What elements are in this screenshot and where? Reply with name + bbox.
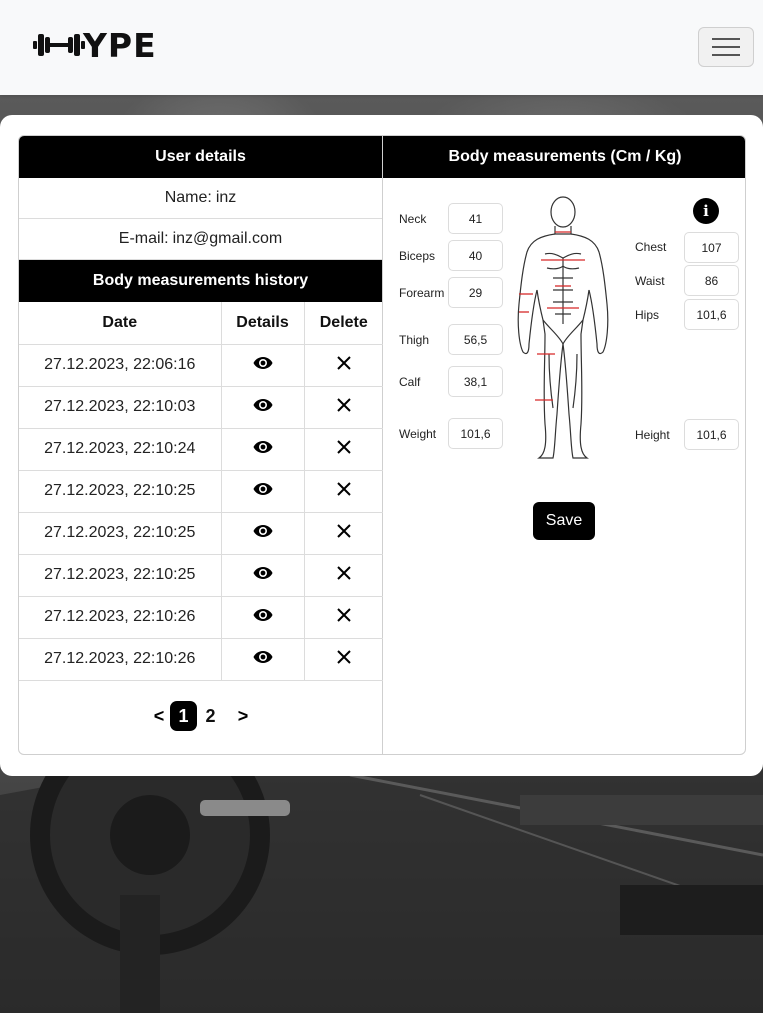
- brand-logo[interactable]: YPE: [33, 25, 157, 65]
- row-delete-cell: [304, 386, 383, 429]
- row-delete-cell: [304, 512, 383, 555]
- row-delete-cell: [304, 428, 383, 471]
- page-button-1[interactable]: 1: [170, 701, 197, 731]
- row-details-cell: [221, 554, 305, 597]
- height-label: Height: [635, 428, 670, 442]
- biceps-label: Biceps: [399, 249, 436, 263]
- forearm-label: Forearm: [399, 286, 445, 300]
- thigh-label: Thigh: [399, 333, 430, 347]
- hamburger-icon: [712, 38, 740, 40]
- row-details-cell: [221, 344, 305, 387]
- brand-name: YPE: [83, 25, 157, 65]
- user-details-title: User details: [19, 136, 382, 178]
- row-details-cell: [221, 638, 305, 681]
- weight-label: Weight: [399, 427, 437, 441]
- row-delete-cell: [304, 596, 383, 639]
- table-row: 27.12.2023, 22:10:25: [19, 470, 383, 513]
- dumbbell-icon: [33, 34, 85, 56]
- eye-icon[interactable]: [253, 608, 273, 622]
- history-table: Date Details Delete 27.12.2023, 22:06:16…: [19, 302, 383, 681]
- eye-icon[interactable]: [253, 482, 273, 496]
- table-row: 27.12.2023, 22:10:25: [19, 512, 383, 555]
- biceps-input[interactable]: [448, 240, 503, 271]
- row-date: 27.12.2023, 22:10:24: [19, 428, 222, 471]
- eye-icon[interactable]: [253, 650, 273, 664]
- page-button-2[interactable]: 2: [197, 701, 224, 731]
- waist-label: Waist: [635, 274, 665, 288]
- close-icon[interactable]: [337, 397, 351, 412]
- eye-icon[interactable]: [253, 356, 273, 370]
- table-row: 27.12.2023, 22:10:25: [19, 554, 383, 597]
- neck-input[interactable]: [448, 203, 503, 234]
- neck-label: Neck: [399, 212, 427, 226]
- row-date: 27.12.2023, 22:10:25: [19, 470, 222, 513]
- row-delete-cell: [304, 470, 383, 513]
- weight-input[interactable]: [448, 418, 503, 449]
- measurements-column: Body measurements (Cm / Kg) Neck Biceps …: [383, 136, 745, 754]
- row-details-cell: [221, 596, 305, 639]
- calf-label: Calf: [399, 375, 421, 389]
- eye-icon[interactable]: [253, 440, 273, 454]
- name-label: Name:: [164, 189, 212, 206]
- column-header-delete: Delete: [304, 302, 383, 345]
- name-value: inz: [215, 189, 237, 206]
- height-input[interactable]: [684, 419, 739, 450]
- info-icon[interactable]: i: [693, 198, 719, 224]
- row-delete-cell: [304, 344, 383, 387]
- history-title: Body measurements history: [19, 260, 382, 302]
- eye-icon[interactable]: [253, 524, 273, 538]
- save-button[interactable]: Save: [533, 502, 595, 540]
- profile-panel: User details Name: inz E-mail: inz@gmail…: [18, 135, 746, 755]
- row-date: 27.12.2023, 22:10:25: [19, 554, 222, 597]
- table-row: 27.12.2023, 22:10:26: [19, 638, 383, 681]
- chest-label: Chest: [635, 240, 667, 254]
- hips-label: Hips: [635, 308, 660, 322]
- navbar: YPE: [0, 0, 763, 95]
- row-date: 27.12.2023, 22:10:03: [19, 386, 222, 429]
- close-icon[interactable]: [337, 649, 351, 664]
- next-page-button[interactable]: >: [232, 701, 254, 731]
- hips-input[interactable]: [684, 299, 739, 330]
- body-diagram: [517, 196, 609, 459]
- row-details-cell: [221, 470, 305, 513]
- calf-input[interactable]: [448, 366, 503, 397]
- user-column: User details Name: inz E-mail: inz@gmail…: [19, 136, 383, 754]
- row-delete-cell: [304, 638, 383, 681]
- chest-input[interactable]: [684, 232, 739, 263]
- user-email: E-mail: inz@gmail.com: [19, 219, 382, 260]
- table-row: 27.12.2023, 22:06:16: [19, 344, 383, 387]
- email-label: E-mail:: [118, 230, 169, 247]
- table-row: 27.12.2023, 22:10:03: [19, 386, 383, 429]
- prev-page-button[interactable]: <: [148, 701, 170, 731]
- close-icon[interactable]: [337, 481, 351, 496]
- column-header-details: Details: [221, 302, 305, 345]
- table-header-row: Date Details Delete: [19, 302, 383, 345]
- thigh-input[interactable]: [448, 324, 503, 355]
- close-icon[interactable]: [337, 607, 351, 622]
- user-name: Name: inz: [19, 178, 382, 219]
- close-icon[interactable]: [337, 523, 351, 538]
- close-icon[interactable]: [337, 439, 351, 454]
- eye-icon[interactable]: [253, 566, 273, 580]
- waist-input[interactable]: [684, 265, 739, 296]
- close-icon[interactable]: [337, 565, 351, 580]
- menu-toggle-button[interactable]: [698, 27, 754, 67]
- eye-icon[interactable]: [253, 398, 273, 412]
- email-value: inz@gmail.com: [172, 230, 283, 247]
- row-details-cell: [221, 386, 305, 429]
- row-delete-cell: [304, 554, 383, 597]
- close-icon[interactable]: [337, 355, 351, 370]
- table-row: 27.12.2023, 22:10:24: [19, 428, 383, 471]
- row-details-cell: [221, 428, 305, 471]
- row-date: 27.12.2023, 22:10:26: [19, 638, 222, 681]
- forearm-input[interactable]: [448, 277, 503, 308]
- column-header-date: Date: [19, 302, 222, 345]
- table-row: 27.12.2023, 22:10:26: [19, 596, 383, 639]
- measurements-title: Body measurements (Cm / Kg): [383, 136, 745, 178]
- row-date: 27.12.2023, 22:06:16: [19, 344, 222, 387]
- row-details-cell: [221, 512, 305, 555]
- row-date: 27.12.2023, 22:10:26: [19, 596, 222, 639]
- row-date: 27.12.2023, 22:10:25: [19, 512, 222, 555]
- pagination: < 1 2 >: [19, 698, 383, 734]
